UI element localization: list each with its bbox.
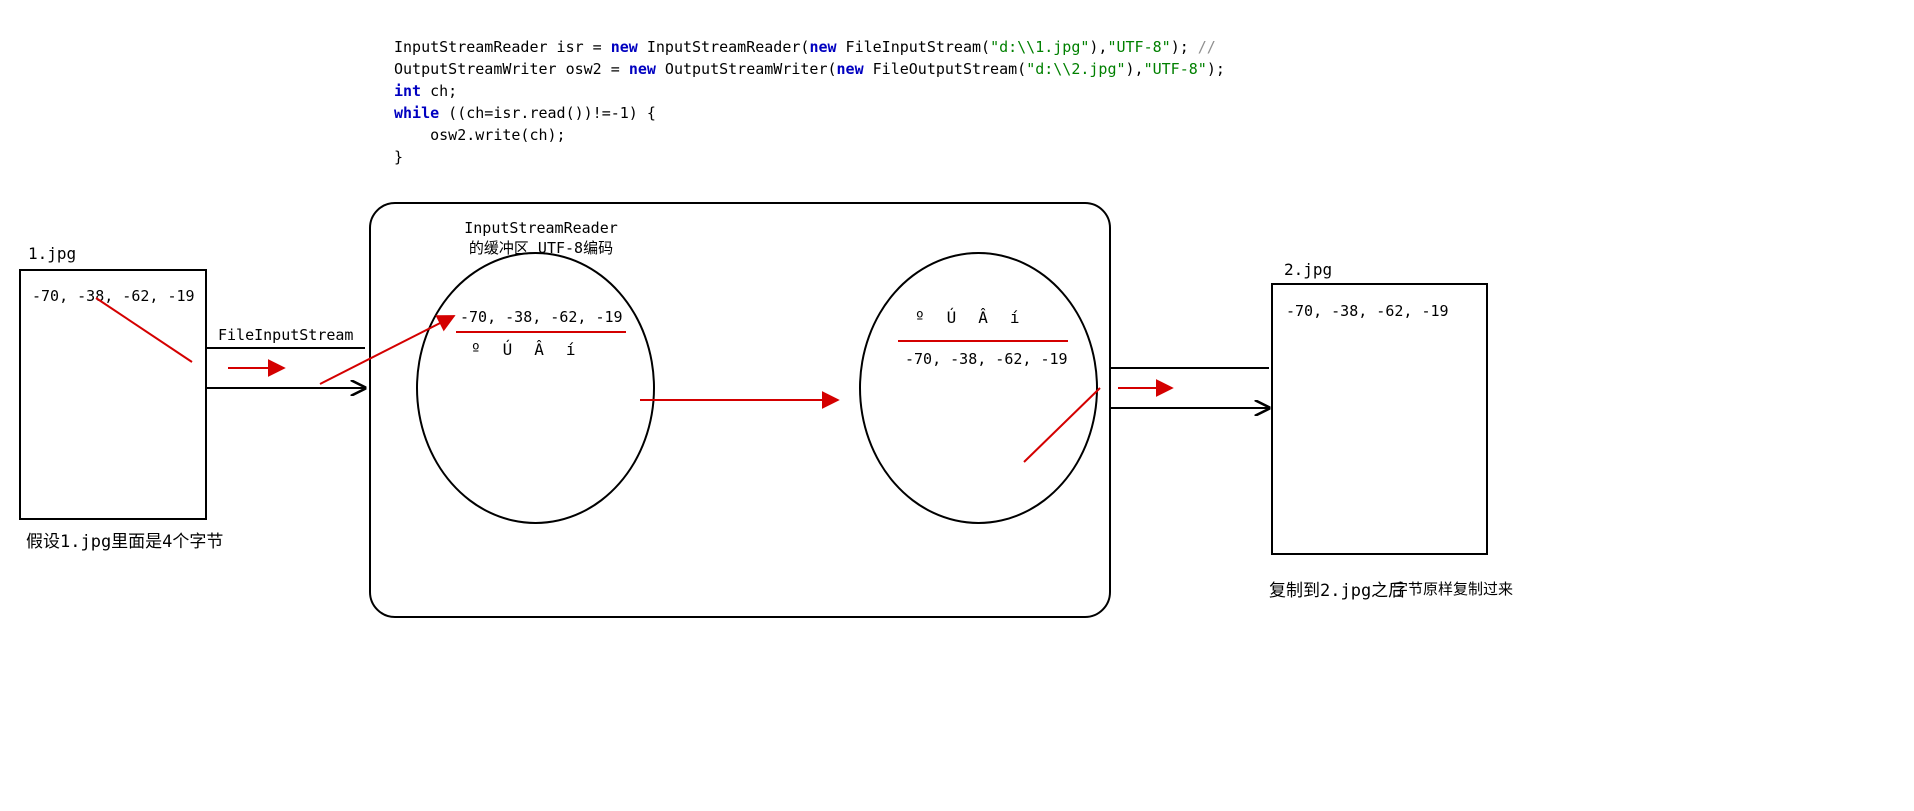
- red-arrow-into-buffer: [320, 316, 454, 384]
- red-arrow-file-out: [96, 298, 192, 362]
- diagram-canvas: InputStreamReader isr = new InputStreamR…: [0, 0, 1914, 811]
- red-arrow-out-buffer: [1024, 388, 1100, 462]
- arrows-layer: [0, 0, 1914, 811]
